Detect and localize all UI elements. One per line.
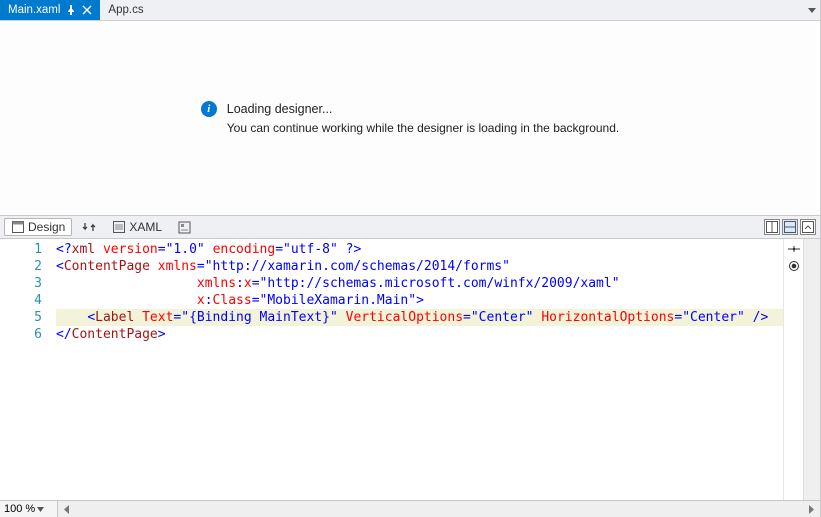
editor-bottom-bar: 100 % xyxy=(0,500,820,517)
document-tabstrip: Main.xaml App.cs xyxy=(0,0,820,21)
split-vertical-button[interactable] xyxy=(764,219,780,235)
xaml-view-label: XAML xyxy=(129,220,162,234)
code-line[interactable]: </ContentPage> xyxy=(56,326,783,343)
code-line[interactable]: <?xml version="1.0" encoding="utf-8" ?> xyxy=(56,241,783,258)
code-editor: 1 <?xml version="1.0" encoding="utf-8" ?… xyxy=(0,239,820,500)
split-horizontal-button[interactable] xyxy=(782,219,798,235)
collapse-pane-button[interactable] xyxy=(800,219,816,235)
designer-pane: i Loading designer... You can continue w… xyxy=(0,21,820,216)
design-view-button[interactable]: Design xyxy=(4,218,72,236)
design-view-icon xyxy=(11,221,24,234)
swap-panes-button[interactable] xyxy=(78,220,100,234)
chevron-down-icon xyxy=(37,506,44,513)
document-outline-icon[interactable] xyxy=(178,221,191,234)
code-line[interactable]: <ContentPage xmlns="http://xamarin.com/s… xyxy=(56,258,783,275)
code-line[interactable]: x:Class="MobileXamarin.Main"> xyxy=(56,292,783,309)
scroll-right-button[interactable] xyxy=(803,501,820,517)
tab-label: Main.xaml xyxy=(8,4,60,16)
line-number: 2 xyxy=(0,258,56,275)
zoom-value: 100 % xyxy=(4,503,35,515)
tab-app-cs[interactable]: App.cs xyxy=(100,0,151,20)
designer-loading-title: Loading designer... xyxy=(227,102,333,116)
code-line[interactable]: <Label Text="{Binding MainText}" Vertica… xyxy=(56,309,783,326)
info-icon: i xyxy=(201,101,217,117)
scroll-left-button[interactable] xyxy=(58,501,75,517)
pin-icon[interactable] xyxy=(66,5,76,15)
xaml-view-icon xyxy=(112,221,125,234)
track-changes-icon[interactable] xyxy=(787,259,801,273)
code-line[interactable]: xmlns:x="http://schemas.microsoft.com/wi… xyxy=(56,275,783,292)
editor-right-gutter xyxy=(783,239,803,500)
horizontal-scrollbar[interactable] xyxy=(58,501,820,517)
designer-loading-subtitle: You can continue working while the desig… xyxy=(201,121,619,135)
tab-label: App.cs xyxy=(108,4,143,16)
xaml-view-button[interactable]: XAML xyxy=(106,219,168,235)
design-view-label: Design xyxy=(28,220,65,234)
line-number: 1 xyxy=(0,241,56,258)
split-editor-icon[interactable] xyxy=(787,242,801,256)
scroll-track[interactable] xyxy=(75,501,803,517)
line-number: 4 xyxy=(0,292,56,309)
tab-main-xaml[interactable]: Main.xaml xyxy=(0,0,100,20)
split-view-toolbar: Design XAML xyxy=(0,216,820,239)
close-icon[interactable] xyxy=(82,5,92,15)
line-number: 5 xyxy=(0,309,56,326)
vertical-scrollbar[interactable] xyxy=(803,239,820,500)
line-number: 3 xyxy=(0,275,56,292)
zoom-combo[interactable]: 100 % xyxy=(0,501,58,517)
line-number: 6 xyxy=(0,326,56,343)
tab-overflow-dropdown[interactable] xyxy=(804,0,820,20)
